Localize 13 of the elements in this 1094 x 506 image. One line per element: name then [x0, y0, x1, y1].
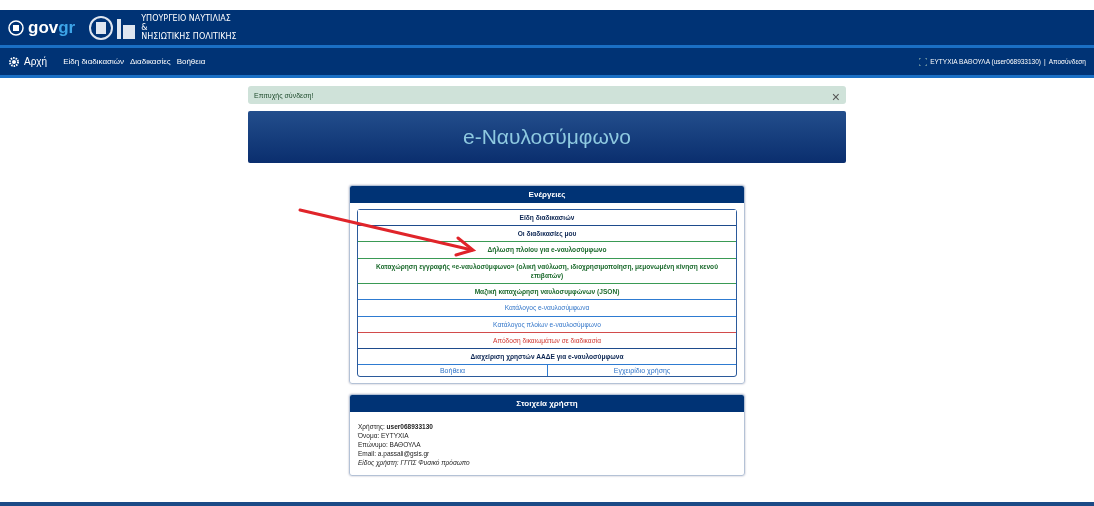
emblem-icon — [8, 55, 20, 68]
nav-link[interactable]: Βοήθεια — [176, 57, 206, 66]
close-button[interactable]: × — [831, 90, 840, 104]
panel-title: Ενέργειες — [350, 186, 744, 203]
panel-title: Στοιχεία χρήστη — [350, 395, 744, 413]
emblem-icon — [89, 14, 138, 41]
ministry-name: ΥΠΟΥΡΓΕΙΟ ΝΑΥΤΙΛΙΑΣ & ΝΗΣΙΩΤΙΚΗΣ ΠΟΛΙΤΙΚΗΣ — [141, 14, 237, 41]
expand-icon[interactable] — [919, 57, 928, 66]
govgr-logo[interactable]: govgr — [8, 17, 76, 38]
banner-title: e-Ναυλοσύμφωνο — [462, 125, 632, 149]
nav-link[interactable]: Είδη διαδικασιών — [63, 57, 124, 66]
nav-link[interactable]: Διαδικασίες — [130, 57, 171, 66]
home-link[interactable]: Αρχή — [8, 55, 48, 68]
